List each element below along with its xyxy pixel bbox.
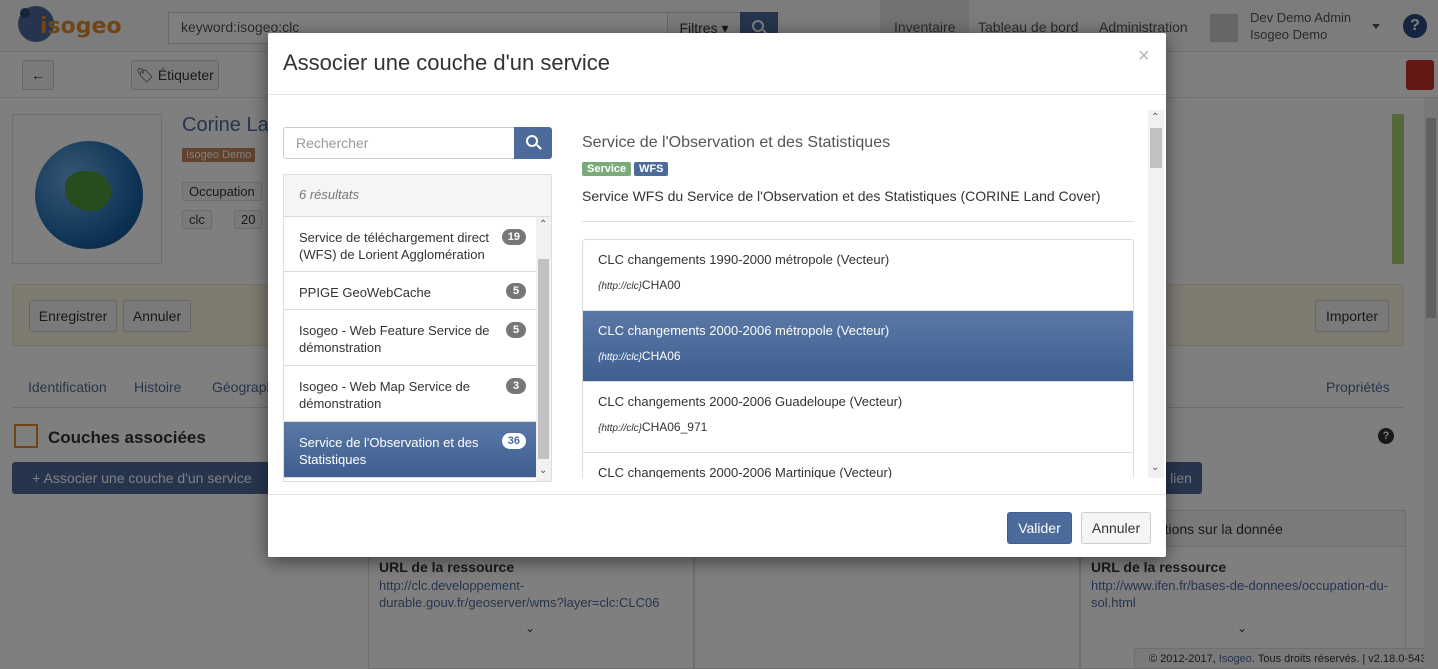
list-item[interactable]: PPIGE GeoWebCache 5 — [284, 272, 536, 310]
service-name: Service de l'Observation et des Statisti… — [299, 435, 479, 467]
layer-item[interactable]: CLC changements 2000-2006 Martinique (Ve… — [583, 453, 1133, 478]
close-icon[interactable]: × — [1138, 45, 1150, 68]
scroll-thumb[interactable] — [538, 259, 549, 459]
layer-count-badge: 19 — [501, 229, 526, 245]
layer-name: CLC changements 2000-2006 métropole (Vec… — [598, 323, 890, 338]
scroll-down-icon[interactable]: ⌄ — [1151, 462, 1159, 473]
detail-scrollbar[interactable]: ⌃ ⌄ — [1148, 110, 1164, 478]
format-label: WFS — [634, 162, 669, 176]
service-list: Service de téléchargement direct (WFS) d… — [284, 217, 536, 481]
layer-name: CLC changements 1990-2000 métropole (Vec… — [598, 252, 890, 267]
layer-item[interactable]: CLC changements 1990-2000 métropole (Vec… — [583, 240, 1133, 311]
modal-title: Associer une couche d'un service — [283, 50, 611, 75]
divider — [582, 221, 1134, 222]
scroll-up-icon[interactable]: ⌃ — [539, 219, 547, 230]
list-scrollbar[interactable]: ⌃ ⌄ — [536, 217, 551, 481]
associate-layer-modal: Associer une couche d'un service × Reche… — [268, 33, 1166, 557]
scroll-up-icon[interactable]: ⌃ — [1151, 112, 1159, 123]
layer-identifier: {http://clc}CHA06_971 — [598, 420, 708, 434]
service-name: PPIGE GeoWebCache — [299, 285, 431, 300]
modal-header: Associer une couche d'un service × — [268, 33, 1166, 95]
modal-footer: Valider Annuler — [268, 494, 1166, 557]
service-name: Isogeo - Web Feature Service de démonstr… — [299, 323, 490, 355]
list-item-selected[interactable]: Service de l'Observation et des Statisti… — [284, 422, 536, 478]
service-results-panel: 6 résultats Service de téléchargement di… — [283, 174, 552, 482]
list-item[interactable]: Isogeo - Web Map Service de démonstratio… — [284, 366, 536, 422]
service-detail-panel: Service de l'Observation et des Statisti… — [566, 110, 1164, 478]
layer-count-badge: 5 — [506, 322, 526, 338]
service-search-button[interactable] — [514, 127, 552, 159]
layer-count-badge: 36 — [501, 433, 526, 449]
layer-identifier: {http://clc}CHA06 — [598, 349, 681, 363]
type-label: Service — [582, 162, 632, 176]
cancel-button[interactable]: Annuler — [1081, 512, 1151, 544]
list-item[interactable]: Isogeo - Web Feature Service de démonstr… — [284, 310, 536, 366]
service-name: Isogeo - Web Map Service de démonstratio… — [299, 379, 471, 411]
results-count: 6 résultats — [284, 175, 551, 217]
layer-name: CLC changements 2000-2006 Martinique (Ve… — [598, 465, 893, 478]
service-name: Service de téléchargement direct (WFS) d… — [299, 230, 490, 262]
service-title: Service de l'Observation et des Statisti… — [582, 134, 891, 151]
scroll-down-icon[interactable]: ⌄ — [539, 465, 547, 476]
scroll-thumb[interactable] — [1150, 128, 1162, 168]
service-description: Service WFS du Service de l'Observation … — [582, 188, 1101, 204]
list-item[interactable]: Service de téléchargement direct (WFS) d… — [284, 217, 536, 272]
service-search-input[interactable]: Rechercher — [283, 127, 515, 159]
layer-item[interactable]: CLC changements 2000-2006 Guadeloupe (Ve… — [583, 382, 1133, 453]
layer-count-badge: 3 — [506, 378, 526, 394]
layer-identifier: {http://clc}CHA00 — [598, 278, 681, 292]
validate-button[interactable]: Valider — [1007, 512, 1072, 544]
layer-list: CLC changements 1990-2000 métropole (Vec… — [582, 239, 1134, 478]
layer-name: CLC changements 2000-2006 Guadeloupe (Ve… — [598, 394, 903, 409]
layer-count-badge: 5 — [506, 283, 526, 299]
layer-item-selected[interactable]: CLC changements 2000-2006 métropole (Vec… — [583, 311, 1133, 382]
